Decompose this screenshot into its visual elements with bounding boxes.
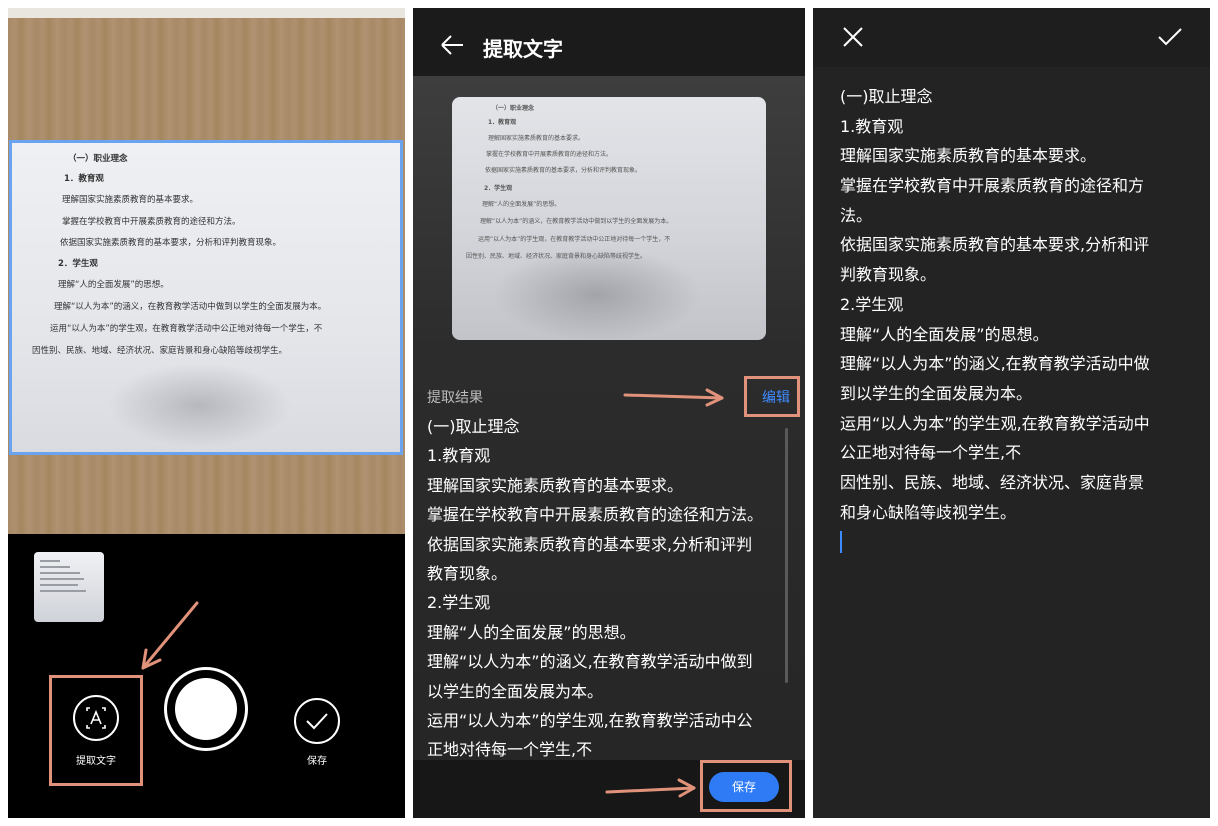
text-recognition-icon xyxy=(73,695,119,741)
paper-edge xyxy=(8,8,405,18)
extract-text-label: 提取文字 xyxy=(76,756,116,767)
extract-text-screen: 提取文字 （一）职业理念 1．教育观 理解国家实施素质教育的基本要求。 掌握在学… xyxy=(413,8,805,818)
confirm-button[interactable] xyxy=(1157,25,1183,49)
doc-line: （一）职业理念 xyxy=(492,105,535,112)
text-line: 因性别、民族、地域、经济状况、家庭背景 xyxy=(840,472,1145,492)
text-line: 运用“以人为本”的学生观,在教育教学活动中公 xyxy=(427,710,753,730)
text-line: 掌握在学校教育中开展素质教育的途径和方 xyxy=(840,176,1145,196)
text-line: 理解“以人为本”的涵义,在教育教学活动中做到 xyxy=(427,652,753,672)
text-line: 2.学生观 xyxy=(840,294,904,314)
captured-document-image: （一）职业理念 1．教育观 理解国家实施素质教育的基本要求。 掌握在学校教育中开… xyxy=(452,97,766,340)
close-icon xyxy=(843,27,863,47)
extracted-text[interactable]: (一)取止理念 1.教育观 理解国家实施素质教育的基本要求。 掌握在学校教育中开… xyxy=(427,412,797,765)
doc-line: 依据国家实施素质教育的基本要求，分析和评判教育现象。 xyxy=(60,238,282,248)
close-button[interactable] xyxy=(841,25,865,49)
text-line: 理解“人的全面发展”的思想。 xyxy=(840,324,1049,344)
document-detection-frame: （一）职业理念 1．教育观 理解国家实施素质教育的基本要求。 掌握在学校教育中开… xyxy=(9,140,403,455)
doc-line: 理解国家实施素质教育的基本要求。 xyxy=(488,135,585,142)
back-button[interactable] xyxy=(437,30,467,60)
text-line: 掌握在学校教育中开展素质教育的途径和方法。 xyxy=(427,505,764,525)
gallery-thumbnail[interactable] xyxy=(34,552,104,622)
scrollbar[interactable] xyxy=(785,428,788,683)
doc-line: 2．学生观 xyxy=(58,259,98,269)
camera-save-label: 保存 xyxy=(307,756,327,767)
doc-line: 因性别、民族、地域、经济状况、家庭背景和身心缺陷等歧视学生。 xyxy=(466,253,647,260)
text-line: 运用“以人为本”的学生观,在教育教学活动中 xyxy=(840,413,1150,433)
camera-screen: （一）职业理念 1．教育观 理解国家实施素质教育的基本要求。 掌握在学校教育中开… xyxy=(8,8,405,818)
doc-line: 1．教育观 xyxy=(488,119,517,126)
text-line: 依据国家实施素质教育的基本要求,分析和评判 xyxy=(427,534,753,554)
text-cursor xyxy=(840,531,842,553)
text-line: 1.教育观 xyxy=(427,446,491,466)
text-line: (一)取止理念 xyxy=(840,87,933,106)
text-line: 公正地对待每一个学生,不 xyxy=(840,443,1022,463)
text-line: 理解“以人为本”的涵义,在教育教学活动中做 xyxy=(840,354,1150,374)
doc-line: 理解“以人为本”的涵义，在教育教学活动中做到以学生的全面发展为本。 xyxy=(480,218,673,225)
text-line: 以学生的全面发展为本。 xyxy=(427,681,604,701)
save-button[interactable]: 保存 xyxy=(709,772,779,802)
doc-line: 理解“人的全面发展”的思想。 xyxy=(482,201,561,208)
check-circle-icon xyxy=(294,698,340,744)
text-line: 2.学生观 xyxy=(427,593,491,613)
checkmark-icon xyxy=(1158,28,1182,46)
doc-line: 掌握在学校教育中开展素质教育的途径和方法。 xyxy=(486,151,613,158)
text-line: 教育现象。 xyxy=(427,563,508,583)
doc-line: 因性别、民族、地域、经济状况、家庭背景和身心缺陷等歧视学生。 xyxy=(32,346,288,356)
result-label: 提取结果 xyxy=(427,390,483,406)
doc-line: 理解“以人为本”的涵义，在教育教学活动中做到以学生的全面发展为本。 xyxy=(54,302,327,312)
doc-line: 掌握在学校教育中开展素质教育的途径和方法。 xyxy=(62,217,241,227)
doc-line: 理解“人的全面发展”的思想。 xyxy=(58,280,169,290)
text-line: 和身心缺陷等歧视学生。 xyxy=(840,502,1017,522)
page-title: 提取文字 xyxy=(483,37,563,61)
doc-line: 运用“以人为本”的学生观，在教育教学活动中公正地对待每一个学生，不 xyxy=(478,236,671,243)
edit-button[interactable]: 编辑 xyxy=(762,387,790,407)
edit-text-screen: (一)取止理念 1.教育观 理解国家实施素质教育的基本要求。 掌握在学校教育中开… xyxy=(813,8,1210,818)
text-line: 理解国家实施素质教育的基本要求。 xyxy=(427,475,684,495)
doc-line: 1．教育观 xyxy=(64,174,104,184)
doc-line: 运用“以人为本”的学生观，在教育教学活动中公正地对待每一个学生，不 xyxy=(50,324,323,334)
doc-line: 理解国家实施素质教育的基本要求。 xyxy=(62,195,199,205)
text-line: 1.教育观 xyxy=(840,116,904,136)
text-line: 判教育现象。 xyxy=(840,265,937,285)
app-bar: 提取文字 xyxy=(413,8,805,76)
doc-line: 依据国家实施素质教育的基本要求，分析和评判教育现象。 xyxy=(485,167,642,174)
shutter-button[interactable] xyxy=(164,667,248,751)
edit-textarea[interactable]: (一)取止理念 1.教育观 理解国家实施素质教育的基本要求。 掌握在学校教育中开… xyxy=(840,82,1200,527)
text-line: (一)取止理念 xyxy=(427,417,520,436)
text-line: 理解“人的全面发展”的思想。 xyxy=(427,622,636,642)
text-line: 理解国家实施素质教育的基本要求。 xyxy=(840,146,1097,166)
text-line: 到以学生的全面发展为本。 xyxy=(840,383,1033,403)
edit-app-bar xyxy=(813,8,1210,67)
shutter-icon xyxy=(175,678,237,740)
text-line: 法。 xyxy=(840,205,873,225)
doc-line: （一）职业理念 xyxy=(68,154,128,164)
back-arrow-icon xyxy=(441,35,463,55)
doc-line: 2．学生观 xyxy=(484,185,513,192)
text-line: 依据国家实施素质教育的基本要求,分析和评 xyxy=(840,235,1150,255)
